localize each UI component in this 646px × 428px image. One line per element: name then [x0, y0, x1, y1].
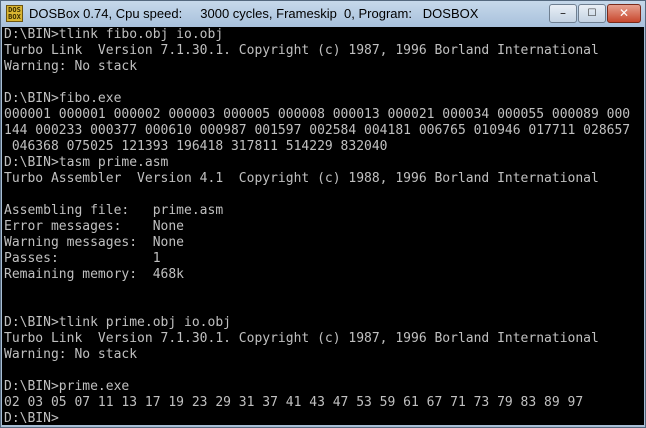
- console-line: D:\BIN>tlink fibo.obj io.obj: [4, 27, 224, 42]
- console-line: 144 000233 000377 000610 000987 001597 0…: [4, 123, 631, 138]
- console-line: Passes: 1: [4, 251, 161, 266]
- title-bar[interactable]: DOS BOX DOSBox 0.74, Cpu speed: 3000 cyc…: [1, 1, 645, 27]
- console-line: Turbo Assembler Version 4.1 Copyright (c…: [4, 171, 599, 186]
- console-line: D:\BIN>: [4, 411, 59, 425]
- minimize-button[interactable]: –: [549, 4, 577, 23]
- console-line: Turbo Link Version 7.1.30.1. Copyright (…: [4, 43, 599, 58]
- console-line: Warning messages: None: [4, 235, 185, 250]
- dosbox-window: DOS BOX DOSBox 0.74, Cpu speed: 3000 cyc…: [0, 0, 646, 428]
- console-line: Remaining memory: 468k: [4, 267, 185, 282]
- console-line: 02 03 05 07 11 13 17 19 23 29 31 37 41 4…: [4, 395, 584, 410]
- console-line: D:\BIN>fibo.exe: [4, 91, 122, 106]
- maximize-button[interactable]: ☐: [578, 4, 606, 23]
- window-title: DOSBox 0.74, Cpu speed: 3000 cycles, Fra…: [29, 6, 479, 21]
- console-line: D:\BIN>tasm prime.asm: [4, 155, 169, 170]
- console-line: D:\BIN>prime.exe: [4, 379, 130, 394]
- console-line: Turbo Link Version 7.1.30.1. Copyright (…: [4, 331, 599, 346]
- console-line: 046368 075025 121393 196418 317811 51422…: [4, 139, 388, 154]
- console-line: Warning: No stack: [4, 347, 138, 362]
- dos-console[interactable]: D:\BIN>tlink fibo.obj io.obj Turbo Link V…: [2, 27, 644, 425]
- console-line: Error messages: None: [4, 219, 185, 234]
- console-line: 000001 000001 000002 000003 000005 00000…: [4, 107, 631, 122]
- console-line: Assembling file: prime.asm: [4, 203, 224, 218]
- console-line: Warning: No stack: [4, 59, 138, 74]
- dosbox-icon[interactable]: DOS BOX: [6, 5, 23, 22]
- console-line: D:\BIN>tlink prime.obj io.obj: [4, 315, 231, 330]
- close-button[interactable]: ✕: [607, 4, 641, 23]
